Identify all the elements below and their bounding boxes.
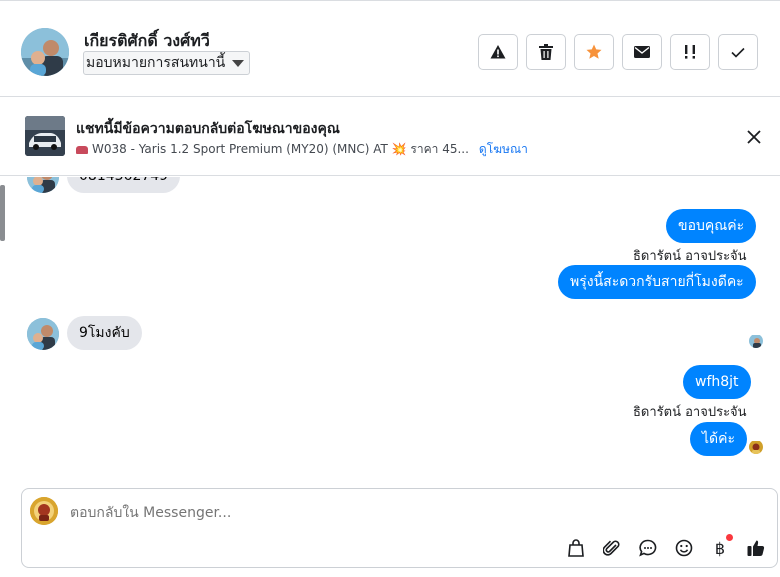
outgoing-message: ได้ค่ะ (690, 422, 748, 456)
paperclip-icon (603, 540, 620, 556)
payment-button[interactable]: ฿ (709, 534, 733, 559)
seen-avatar (749, 440, 763, 454)
outgoing-message: wfh8jt (683, 365, 751, 399)
emoji-button[interactable] (673, 537, 695, 559)
star-button[interactable] (574, 34, 614, 70)
contact-avatar[interactable] (21, 28, 69, 76)
ad-banner-subtitle: W038 - Yaris 1.2 Sport Premium (MY20) (M… (76, 140, 528, 159)
saved-replies-button[interactable] (637, 537, 659, 559)
like-button[interactable] (745, 537, 767, 559)
seen-avatar (749, 334, 763, 348)
follow-up-button[interactable] (670, 34, 710, 70)
envelope-icon (634, 46, 650, 58)
caret-down-icon (232, 60, 245, 67)
incoming-message: 0814362749 (67, 177, 181, 193)
ad-thumbnail[interactable] (25, 116, 65, 156)
thumbs-up-icon (747, 540, 765, 556)
ad-banner-title: แชทนี้มีข้อความตอบกลับต่อโฆษณาของคุณ (76, 121, 340, 137)
view-ad-link[interactable]: ดูโฆษณา (479, 142, 528, 156)
sender-name: ธิดารัตน์ อาจประจัน (633, 405, 747, 420)
notification-dot (726, 534, 733, 541)
sender-name: ธิดารัตน์ อาจประจัน (633, 249, 747, 264)
smiley-icon (675, 539, 693, 557)
ad-reply-banner: แชทนี้มีข้อความตอบกลับต่อโฆษณาของคุณ W03… (0, 98, 780, 176)
scrollbar-thumb[interactable] (0, 185, 5, 241)
close-icon[interactable] (745, 128, 763, 146)
outgoing-message: พรุ่งนี้สะดวกรับสายกี่โมงดีคะ (558, 265, 756, 299)
car-icon (76, 145, 88, 154)
message-input[interactable] (70, 503, 670, 523)
baht-icon: ฿ (714, 538, 726, 558)
star-icon (586, 44, 602, 59)
reply-composer: ฿ (21, 488, 778, 568)
contact-avatar-small (27, 177, 59, 193)
shopping-bag-button[interactable] (565, 537, 587, 559)
mark-done-button[interactable] (718, 34, 758, 70)
outgoing-message: ขอบคุณค่ะ (666, 209, 757, 243)
spam-button[interactable] (478, 34, 518, 70)
incoming-message: 9โมงคับ (67, 316, 142, 350)
assign-conversation-dropdown[interactable]: มอบหมายการสนทนานี้ (83, 51, 251, 75)
composer-toolbar: ฿ (565, 534, 767, 559)
message-thread[interactable]: 0814362749 ขอบคุณค่ะ ธิดารัตน์ อาจประจัน… (0, 177, 780, 477)
shopping-bag-icon (568, 539, 584, 557)
ad-name: W038 - Yaris 1.2 Sport Premium (MY20) (M… (92, 142, 469, 156)
exclamation-icon (685, 45, 695, 59)
trash-icon (539, 44, 553, 60)
check-icon (731, 47, 745, 58)
page-avatar (30, 497, 58, 525)
mark-unread-button[interactable] (622, 34, 662, 70)
conversation-panel: เกียรติศักดิ์ วงศ์ทวี มอบหมายการสนทนานี้ (0, 0, 780, 577)
conversation-header: เกียรติศักดิ์ วงศ์ทวี มอบหมายการสนทนานี้ (0, 1, 780, 97)
warning-icon (490, 45, 506, 59)
delete-button[interactable] (526, 34, 566, 70)
chat-bubble-icon (639, 539, 657, 557)
attach-button[interactable] (601, 537, 623, 559)
assign-label: มอบหมายการสนทนานี้ (86, 55, 226, 71)
contact-avatar-small (27, 318, 59, 350)
conversation-actions (478, 34, 758, 70)
